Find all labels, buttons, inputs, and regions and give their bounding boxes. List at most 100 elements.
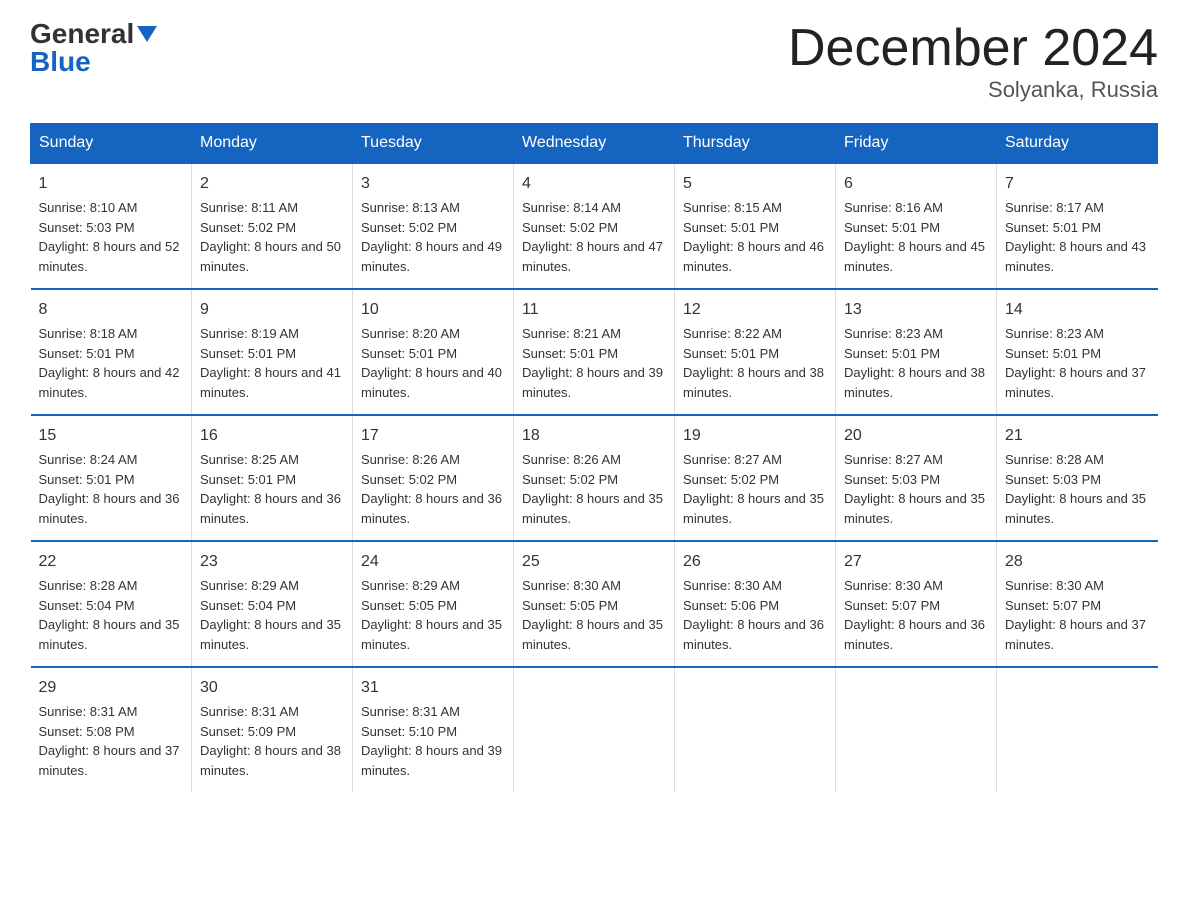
daylight-text: Daylight: 8 hours and 52 minutes. bbox=[39, 239, 180, 274]
sunset-text: Sunset: 5:07 PM bbox=[844, 598, 940, 613]
calendar-cell: 16 Sunrise: 8:25 AM Sunset: 5:01 PM Dayligh… bbox=[192, 415, 353, 541]
day-number: 31 bbox=[361, 676, 505, 700]
sunrise-text: Sunrise: 8:23 AM bbox=[1005, 326, 1104, 341]
calendar-cell: 26Sunrise: 8:30 AMSunset: 5:06 PMDayligh… bbox=[675, 541, 836, 667]
col-tuesday: Tuesday bbox=[353, 124, 514, 164]
calendar-cell: 21Sunrise: 8:28 AMSunset: 5:03 PMDayligh… bbox=[997, 415, 1158, 541]
daylight-text: Daylight: 8 hours and 38 minutes. bbox=[200, 743, 341, 778]
day-number: 22 bbox=[39, 550, 184, 574]
day-number: 21 bbox=[1005, 424, 1150, 448]
daylight-text: Daylight: 8 hours and 49 minutes. bbox=[361, 239, 502, 274]
calendar-cell: 6Sunrise: 8:16 AMSunset: 5:01 PMDaylight… bbox=[836, 163, 997, 289]
page-header: General Blue December 2024 Solyanka, Rus… bbox=[30, 20, 1158, 103]
daylight-text: Daylight: 8 hours and 35 minutes. bbox=[844, 491, 985, 526]
daylight-text: Daylight: 8 hours and 35 minutes. bbox=[361, 617, 502, 652]
col-friday: Friday bbox=[836, 124, 997, 164]
daylight-text: Daylight: 8 hours and 36 minutes. bbox=[200, 491, 341, 526]
sunset-text: Sunset: 5:01 PM bbox=[844, 346, 940, 361]
sunrise-text: Sunrise: 8:26 AM bbox=[522, 452, 621, 467]
daylight-text: Daylight: 8 hours and 37 minutes. bbox=[39, 743, 180, 778]
col-saturday: Saturday bbox=[997, 124, 1158, 164]
calendar-title: December 2024 bbox=[788, 20, 1158, 77]
calendar-cell bbox=[514, 667, 675, 792]
col-monday: Monday bbox=[192, 124, 353, 164]
sunset-text: Sunset: 5:04 PM bbox=[39, 598, 135, 613]
calendar-cell: 2Sunrise: 8:11 AMSunset: 5:02 PMDaylight… bbox=[192, 163, 353, 289]
title-block: December 2024 Solyanka, Russia bbox=[788, 20, 1158, 103]
day-number: 29 bbox=[39, 676, 184, 700]
sunset-text: Sunset: 5:04 PM bbox=[200, 598, 296, 613]
sunrise-text: Sunrise: 8:28 AM bbox=[1005, 452, 1104, 467]
sunrise-text: Sunrise: 8:25 AM bbox=[200, 452, 299, 467]
day-number: 26 bbox=[683, 550, 827, 574]
sunrise-text: Sunrise: 8:27 AM bbox=[683, 452, 782, 467]
sunrise-text: Sunrise: 8:19 AM bbox=[200, 326, 299, 341]
calendar-cell: 15Sunrise: 8:24 AMSunset: 5:01 PMDayligh… bbox=[31, 415, 192, 541]
day-number: 11 bbox=[522, 298, 666, 322]
daylight-text: Daylight: 8 hours and 46 minutes. bbox=[683, 239, 824, 274]
col-sunday: Sunday bbox=[31, 124, 192, 164]
sunset-text: Sunset: 5:01 PM bbox=[522, 346, 618, 361]
daylight-text: Daylight: 8 hours and 36 minutes. bbox=[844, 617, 985, 652]
calendar-cell: 5Sunrise: 8:15 AMSunset: 5:01 PMDaylight… bbox=[675, 163, 836, 289]
day-number: 27 bbox=[844, 550, 988, 574]
daylight-text: Daylight: 8 hours and 36 minutes. bbox=[683, 617, 824, 652]
sunset-text: Sunset: 5:03 PM bbox=[1005, 472, 1101, 487]
sunrise-text: Sunrise: 8:21 AM bbox=[522, 326, 621, 341]
day-number: 10 bbox=[361, 298, 505, 322]
calendar-week-row: 29Sunrise: 8:31 AMSunset: 5:08 PMDayligh… bbox=[31, 667, 1158, 792]
sunrise-text: Sunrise: 8:23 AM bbox=[844, 326, 943, 341]
sunrise-text: Sunrise: 8:29 AM bbox=[361, 578, 460, 593]
daylight-text: Daylight: 8 hours and 39 minutes. bbox=[522, 365, 663, 400]
daylight-text: Daylight: 8 hours and 35 minutes. bbox=[522, 617, 663, 652]
sunrise-text: Sunrise: 8:13 AM bbox=[361, 200, 460, 215]
day-number: 3 bbox=[361, 172, 505, 196]
calendar-cell: 17Sunrise: 8:26 AMSunset: 5:02 PMDayligh… bbox=[353, 415, 514, 541]
calendar-cell bbox=[997, 667, 1158, 792]
daylight-text: Daylight: 8 hours and 47 minutes. bbox=[522, 239, 663, 274]
day-number: 8 bbox=[39, 298, 184, 322]
calendar-cell: 25Sunrise: 8:30 AMSunset: 5:05 PMDayligh… bbox=[514, 541, 675, 667]
daylight-text: Daylight: 8 hours and 38 minutes. bbox=[683, 365, 824, 400]
sunset-text: Sunset: 5:01 PM bbox=[39, 472, 135, 487]
sunrise-text: Sunrise: 8:31 AM bbox=[361, 704, 460, 719]
calendar-cell: 4Sunrise: 8:14 AMSunset: 5:02 PMDaylight… bbox=[514, 163, 675, 289]
sunrise-text: Sunrise: 8:29 AM bbox=[200, 578, 299, 593]
calendar-cell: 24Sunrise: 8:29 AMSunset: 5:05 PMDayligh… bbox=[353, 541, 514, 667]
sunset-text: Sunset: 5:01 PM bbox=[683, 346, 779, 361]
daylight-text: Daylight: 8 hours and 40 minutes. bbox=[361, 365, 502, 400]
sunset-text: Sunset: 5:03 PM bbox=[844, 472, 940, 487]
daylight-text: Daylight: 8 hours and 35 minutes. bbox=[39, 617, 180, 652]
calendar-cell: 7Sunrise: 8:17 AMSunset: 5:01 PMDaylight… bbox=[997, 163, 1158, 289]
sunset-text: Sunset: 5:02 PM bbox=[361, 472, 457, 487]
day-number: 16 bbox=[200, 424, 344, 448]
sunrise-text: Sunrise: 8:27 AM bbox=[844, 452, 943, 467]
sunrise-text: Sunrise: 8:20 AM bbox=[361, 326, 460, 341]
calendar-cell: 18Sunrise: 8:26 AMSunset: 5:02 PMDayligh… bbox=[514, 415, 675, 541]
calendar-cell: 9Sunrise: 8:19 AMSunset: 5:01 PMDaylight… bbox=[192, 289, 353, 415]
sunset-text: Sunset: 5:01 PM bbox=[200, 472, 296, 487]
logo-triangle-icon bbox=[137, 26, 157, 42]
calendar-cell: 10Sunrise: 8:20 AMSunset: 5:01 PMDayligh… bbox=[353, 289, 514, 415]
sunrise-text: Sunrise: 8:30 AM bbox=[844, 578, 943, 593]
daylight-text: Daylight: 8 hours and 41 minutes. bbox=[200, 365, 341, 400]
day-number: 13 bbox=[844, 298, 988, 322]
calendar-cell: 28Sunrise: 8:30 AMSunset: 5:07 PMDayligh… bbox=[997, 541, 1158, 667]
calendar-week-row: 15Sunrise: 8:24 AMSunset: 5:01 PMDayligh… bbox=[31, 415, 1158, 541]
sunset-text: Sunset: 5:05 PM bbox=[361, 598, 457, 613]
calendar-cell: 3Sunrise: 8:13 AMSunset: 5:02 PMDaylight… bbox=[353, 163, 514, 289]
sunrise-text: Sunrise: 8:30 AM bbox=[522, 578, 621, 593]
calendar-week-row: 8 Sunrise: 8:18 AM Sunset: 5:01 PM Daylight… bbox=[31, 289, 1158, 415]
calendar-week-row: 1Sunrise: 8:10 AMSunset: 5:03 PMDaylight… bbox=[31, 163, 1158, 289]
daylight-text: Daylight: 8 hours and 50 minutes. bbox=[200, 239, 341, 274]
day-number: 14 bbox=[1005, 298, 1150, 322]
day-number: 5 bbox=[683, 172, 827, 196]
calendar-cell: 29Sunrise: 8:31 AMSunset: 5:08 PMDayligh… bbox=[31, 667, 192, 792]
logo: General Blue bbox=[30, 20, 157, 76]
day-number: 20 bbox=[844, 424, 988, 448]
logo-blue: Blue bbox=[30, 48, 91, 76]
sunrise-text: Sunrise: 8:30 AM bbox=[683, 578, 782, 593]
sunset-text: Sunset: 5:05 PM bbox=[522, 598, 618, 613]
sunrise-text: Sunrise: 8:18 AM bbox=[39, 326, 138, 341]
daylight-text: Daylight: 8 hours and 45 minutes. bbox=[844, 239, 985, 274]
